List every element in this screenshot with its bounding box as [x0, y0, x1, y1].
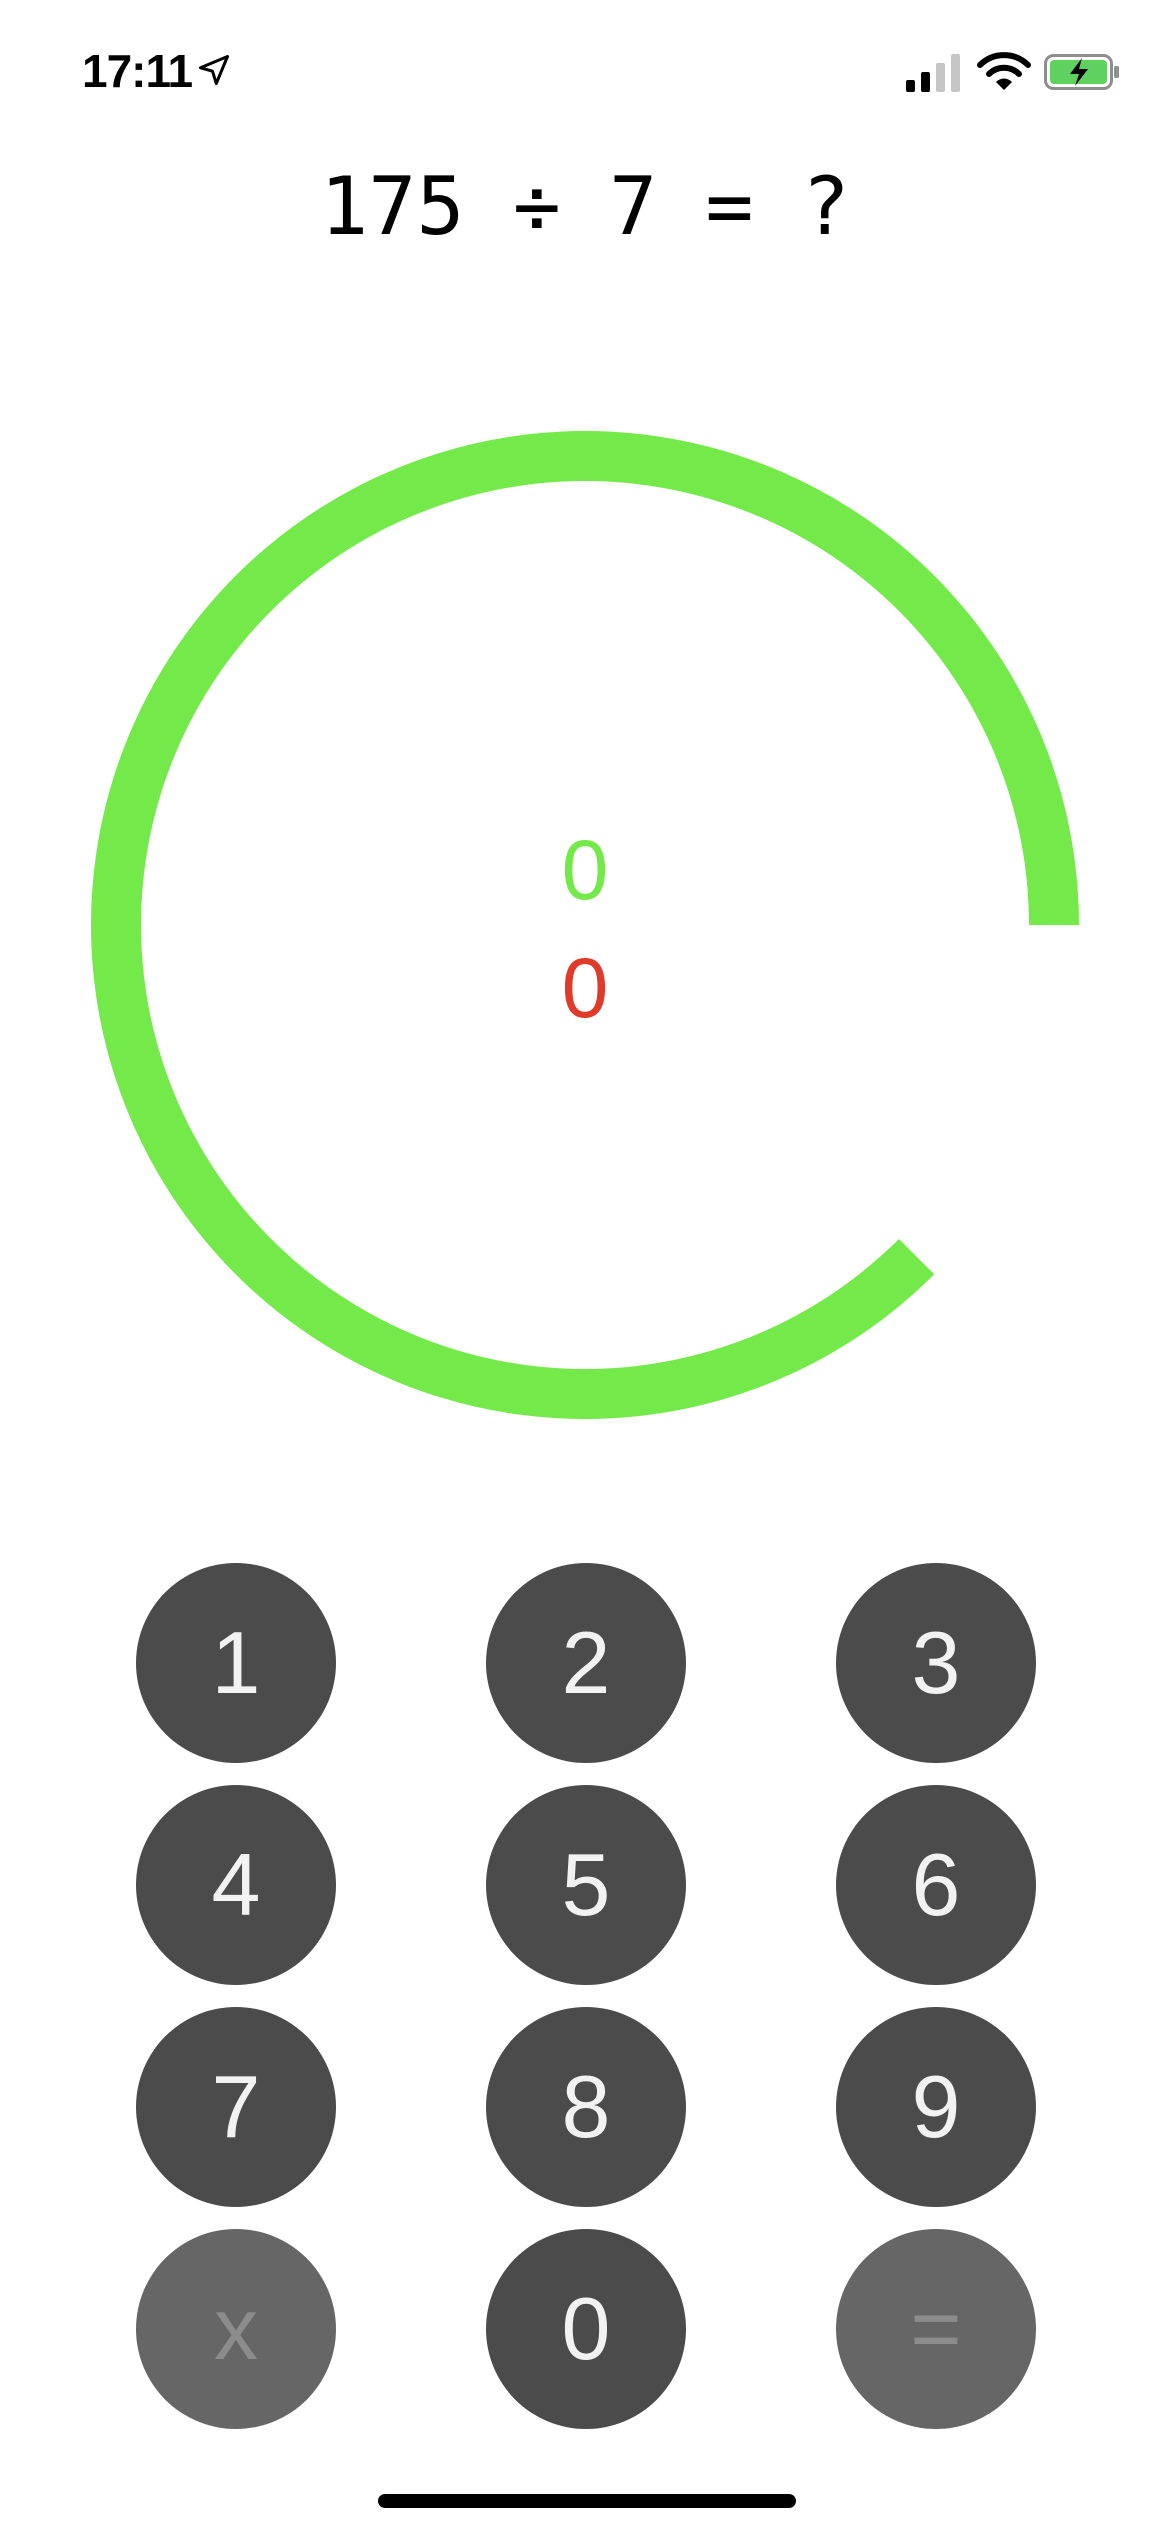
key-8[interactable]: 8: [486, 2007, 686, 2207]
timer-ring: [91, 431, 1079, 1419]
key-4[interactable]: 4: [136, 1785, 336, 1985]
key-7[interactable]: 7: [136, 2007, 336, 2207]
key-9[interactable]: 9: [836, 2007, 1036, 2207]
key-3[interactable]: 3: [836, 1563, 1036, 1763]
correct-count: 0: [561, 823, 609, 917]
key-1[interactable]: 1: [136, 1563, 336, 1763]
key-2[interactable]: 2: [486, 1563, 686, 1763]
key-5[interactable]: 5: [486, 1785, 686, 1985]
timer-arc: [91, 431, 1079, 1419]
key-0[interactable]: 0: [486, 2229, 686, 2429]
wrong-count: 0: [561, 941, 609, 1035]
key-6[interactable]: 6: [836, 1785, 1036, 1985]
equals-key[interactable]: =: [836, 2229, 1036, 2429]
clear-key[interactable]: x: [136, 2229, 336, 2429]
home-indicator: [378, 2494, 796, 2508]
